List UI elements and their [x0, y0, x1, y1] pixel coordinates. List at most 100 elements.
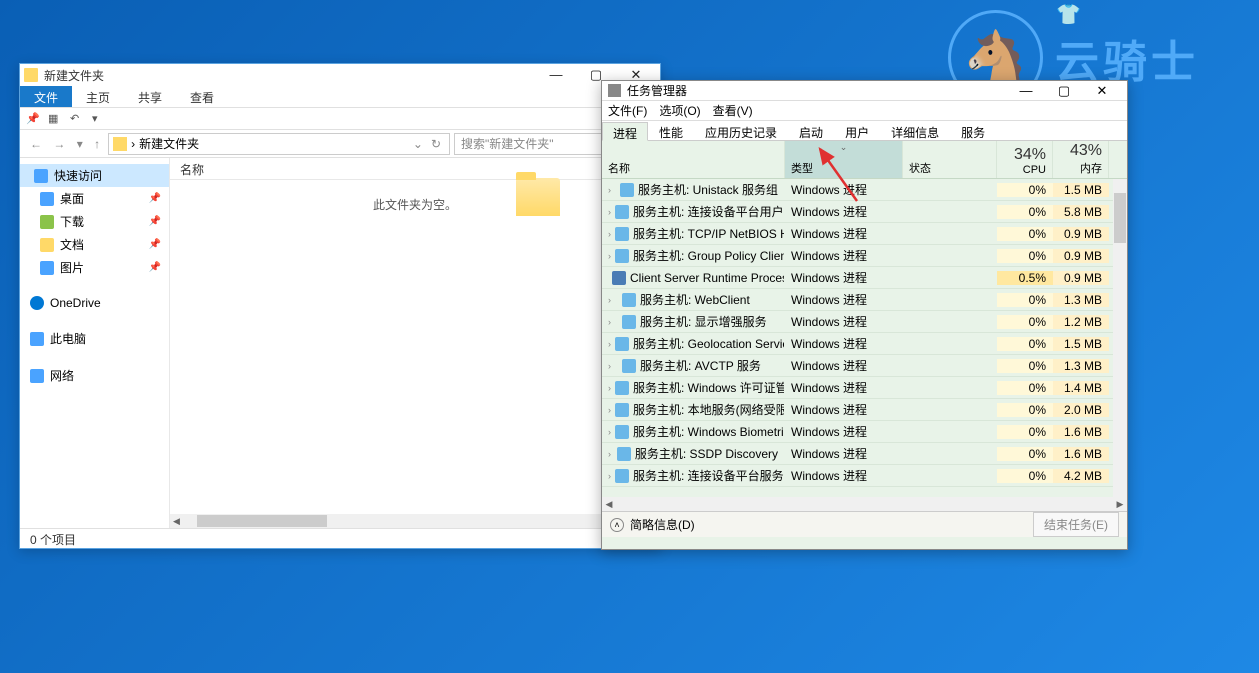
sidebar-onedrive[interactable]: OneDrive — [20, 293, 169, 313]
tm-tab-1[interactable]: 性能 — [648, 121, 694, 140]
process-row[interactable]: ›服务主机: Group Policy ClientWindows 进程0%0.… — [602, 245, 1127, 267]
tm-tab-0[interactable]: 进程 — [602, 122, 648, 141]
forward-button[interactable]: → — [49, 137, 69, 151]
col-header-memory[interactable]: 43% 内存 — [1053, 141, 1109, 178]
process-row[interactable]: ›服务主机: SSDP DiscoveryWindows 进程0%1.6 MB — [602, 443, 1127, 465]
minimize-button[interactable]: — — [1007, 83, 1045, 99]
process-row[interactable]: ›服务主机: Geolocation ServiceWindows 进程0%1.… — [602, 333, 1127, 355]
menu-file[interactable]: 文件(F) — [608, 102, 647, 119]
up-button[interactable]: ↑ — [90, 137, 104, 151]
tab-view[interactable]: 查看 — [176, 86, 228, 107]
expand-icon[interactable]: › — [608, 229, 611, 239]
process-row[interactable]: ›服务主机: 连接设备平台服务Windows 进程0%4.2 MB — [602, 465, 1127, 487]
back-button[interactable]: ← — [26, 137, 46, 151]
process-row[interactable]: ›服务主机: 连接设备平台用户服...Windows 进程0%5.8 MB — [602, 201, 1127, 223]
horizontal-scrollbar[interactable]: ◀ ▶ — [170, 514, 660, 528]
expand-icon[interactable]: › — [608, 405, 611, 415]
process-row[interactable]: Client Server Runtime ProcessWindows 进程0… — [602, 267, 1127, 289]
tm-tab-2[interactable]: 应用历史记录 — [694, 121, 788, 140]
desktop-icon — [40, 192, 54, 206]
tm-tab-6[interactable]: 服务 — [950, 121, 996, 140]
content-area[interactable]: 名称 此文件夹为空。 ◀ ▶ — [170, 158, 660, 528]
tm-tabs: 进程性能应用历史记录启动用户详细信息服务 — [602, 121, 1127, 141]
status-bar: 0 个项目 — [20, 528, 660, 550]
process-icon — [620, 183, 634, 197]
process-row[interactable]: ›服务主机: Windows Biometric...Windows 进程0%1… — [602, 421, 1127, 443]
menu-options[interactable]: 选项(O) — [659, 102, 700, 119]
sidebar-item-label: 此电脑 — [50, 330, 86, 347]
explorer-titlebar[interactable]: 新建文件夹 — ▢ ✕ — [20, 64, 660, 86]
scroll-right-icon[interactable]: ▶ — [1113, 499, 1127, 510]
pin-icon: 📌 — [149, 262, 161, 273]
menu-view[interactable]: 查看(V) — [713, 102, 753, 119]
process-cpu: 0% — [997, 183, 1053, 197]
process-row[interactable]: ›服务主机: Windows 许可证管...Windows 进程0%1.4 MB — [602, 377, 1127, 399]
minimize-button[interactable]: — — [536, 67, 576, 83]
process-row[interactable]: ›服务主机: 本地服务(网络受限)Windows 进程0%2.0 MB — [602, 399, 1127, 421]
expand-icon[interactable]: › — [608, 361, 618, 371]
sidebar-item-pics[interactable]: 图片📌 — [20, 256, 169, 279]
maximize-button[interactable]: ▢ — [1045, 83, 1083, 99]
empty-folder-message: 此文件夹为空。 — [170, 196, 660, 213]
col-header-cpu[interactable]: 34% CPU — [997, 141, 1053, 178]
sidebar-this-pc[interactable]: 此电脑 — [20, 327, 169, 350]
expand-icon[interactable]: › — [608, 295, 618, 305]
pin-icon: 📌 — [149, 193, 161, 204]
close-button[interactable]: ✕ — [1083, 83, 1121, 99]
expand-icon[interactable]: › — [608, 427, 611, 437]
sidebar-item-download[interactable]: 下载📌 — [20, 210, 169, 233]
expand-icon[interactable]: › — [608, 471, 611, 481]
process-icon — [615, 227, 629, 241]
fewer-details-button[interactable]: ˄ 简略信息(D) — [610, 516, 695, 533]
end-task-button[interactable]: 结束任务(E) — [1033, 512, 1119, 537]
sidebar-quick-access[interactable]: 快速访问 — [20, 164, 169, 187]
recent-dropdown[interactable]: ▾ — [73, 137, 87, 151]
process-cpu: 0% — [997, 469, 1053, 483]
tm-titlebar[interactable]: 任务管理器 — ▢ ✕ — [602, 81, 1127, 101]
expand-icon[interactable]: › — [608, 207, 611, 217]
process-name: 服务主机: Geolocation Service — [633, 335, 785, 352]
qat-dropdown-icon[interactable]: ▾ — [92, 112, 98, 125]
column-header-name[interactable]: 名称 — [170, 158, 660, 180]
sidebar-item-desktop[interactable]: 桌面📌 — [20, 187, 169, 210]
horizontal-scrollbar[interactable]: ◀ ▶ — [602, 497, 1127, 511]
properties-icon[interactable]: ▦ — [48, 112, 62, 126]
process-type: Windows 进程 — [785, 357, 903, 374]
process-row[interactable]: ›服务主机: WebClientWindows 进程0%1.3 MB — [602, 289, 1127, 311]
pin-icon[interactable]: 📌 — [26, 112, 40, 126]
process-row[interactable]: ›服务主机: Unistack 服务组Windows 进程0%1.5 MB — [602, 179, 1127, 201]
breadcrumb[interactable]: 新建文件夹 — [139, 135, 199, 152]
expand-icon[interactable]: › — [608, 383, 611, 393]
path-dropdown-icon[interactable]: ⌄ — [413, 137, 423, 151]
tab-file[interactable]: 文件 — [20, 86, 72, 107]
sidebar-network[interactable]: 网络 — [20, 364, 169, 387]
sidebar-item-docs[interactable]: 文档📌 — [20, 233, 169, 256]
col-header-name[interactable]: 名称 — [602, 141, 785, 178]
process-row[interactable]: ›服务主机: TCP/IP NetBIOS Hel...Windows 进程0%… — [602, 223, 1127, 245]
vertical-scrollbar[interactable] — [1113, 179, 1127, 497]
expand-icon[interactable]: › — [608, 449, 613, 459]
process-icon — [622, 293, 636, 307]
process-cpu: 0% — [997, 227, 1053, 241]
process-name: 服务主机: 连接设备平台服务 — [633, 467, 784, 484]
expand-icon[interactable]: › — [608, 339, 611, 349]
path-box[interactable]: › 新建文件夹 ⌄ ↻ — [108, 133, 450, 155]
scroll-thumb[interactable] — [1114, 193, 1126, 243]
process-row[interactable]: ›服务主机: AVCTP 服务Windows 进程0%1.3 MB — [602, 355, 1127, 377]
tm-tab-5[interactable]: 详细信息 — [880, 121, 950, 140]
refresh-icon[interactable]: ↻ — [427, 137, 445, 151]
process-row[interactable]: ›服务主机: 显示增强服务Windows 进程0%1.2 MB — [602, 311, 1127, 333]
process-memory: 1.3 MB — [1053, 293, 1109, 307]
col-header-status[interactable]: 状态 — [903, 141, 997, 178]
col-header-type[interactable]: ⌄ 类型 — [785, 141, 903, 178]
tm-tab-3[interactable]: 启动 — [788, 121, 834, 140]
undo-icon[interactable]: ↶ — [70, 112, 84, 126]
expand-icon[interactable]: › — [608, 317, 618, 327]
scroll-left-icon[interactable]: ◀ — [602, 499, 616, 510]
scroll-thumb[interactable] — [197, 515, 327, 527]
tab-home[interactable]: 主页 — [72, 86, 124, 107]
expand-icon[interactable]: › — [608, 185, 616, 195]
expand-icon[interactable]: › — [608, 251, 611, 261]
tab-share[interactable]: 共享 — [124, 86, 176, 107]
tm-tab-4[interactable]: 用户 — [834, 121, 880, 140]
